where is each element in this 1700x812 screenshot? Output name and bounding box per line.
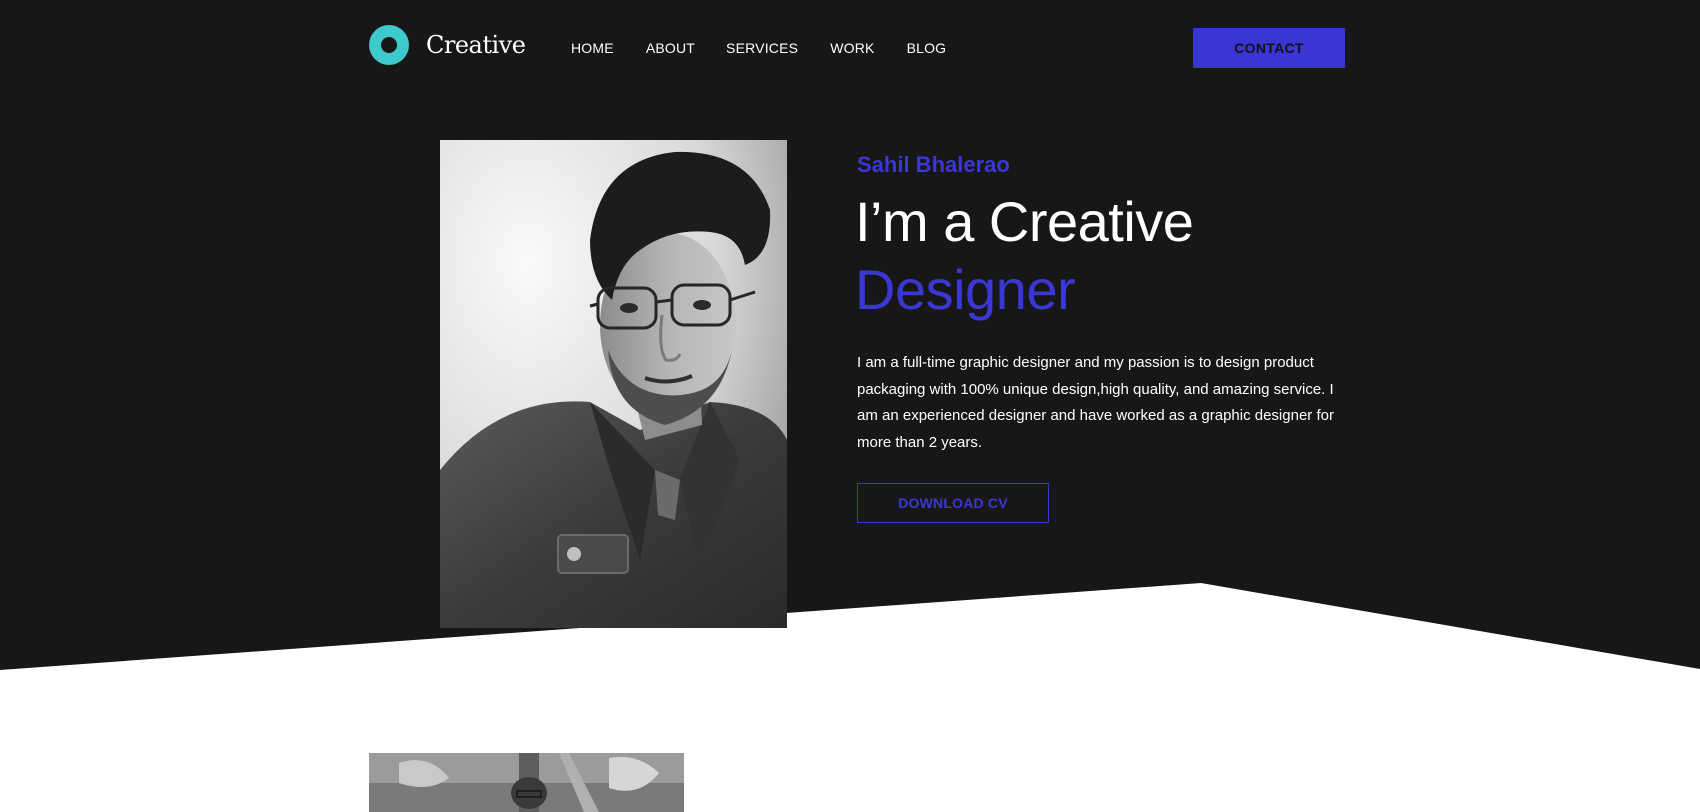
- download-cv-button[interactable]: DOWNLOAD CV: [857, 483, 1049, 523]
- hero-description: I am a full-time graphic designer and my…: [857, 354, 1334, 451]
- hero-title: I’m a Creative Designer: [855, 188, 1194, 324]
- hero-background: [0, 0, 1700, 812]
- nav-about[interactable]: ABOUT: [646, 37, 695, 59]
- contact-button[interactable]: CONTACT: [1193, 28, 1345, 68]
- nav-work[interactable]: WORK: [830, 37, 874, 59]
- hero-name: Sahil Bhalerao: [857, 152, 1010, 177]
- about-photo: [369, 753, 684, 812]
- hero-title-accent: Designer: [855, 258, 1076, 321]
- hero-title-line1: I’m a Creative: [855, 190, 1194, 253]
- nav-blog[interactable]: BLOG: [907, 37, 947, 59]
- nav-home[interactable]: HOME: [571, 37, 614, 59]
- nav-services[interactable]: SERVICES: [726, 37, 798, 59]
- profile-photo: [440, 140, 787, 628]
- main-nav: HOME ABOUT SERVICES WORK BLOG: [571, 37, 946, 59]
- ring-logo-icon[interactable]: [369, 25, 409, 65]
- logo-text[interactable]: Creative: [426, 28, 526, 62]
